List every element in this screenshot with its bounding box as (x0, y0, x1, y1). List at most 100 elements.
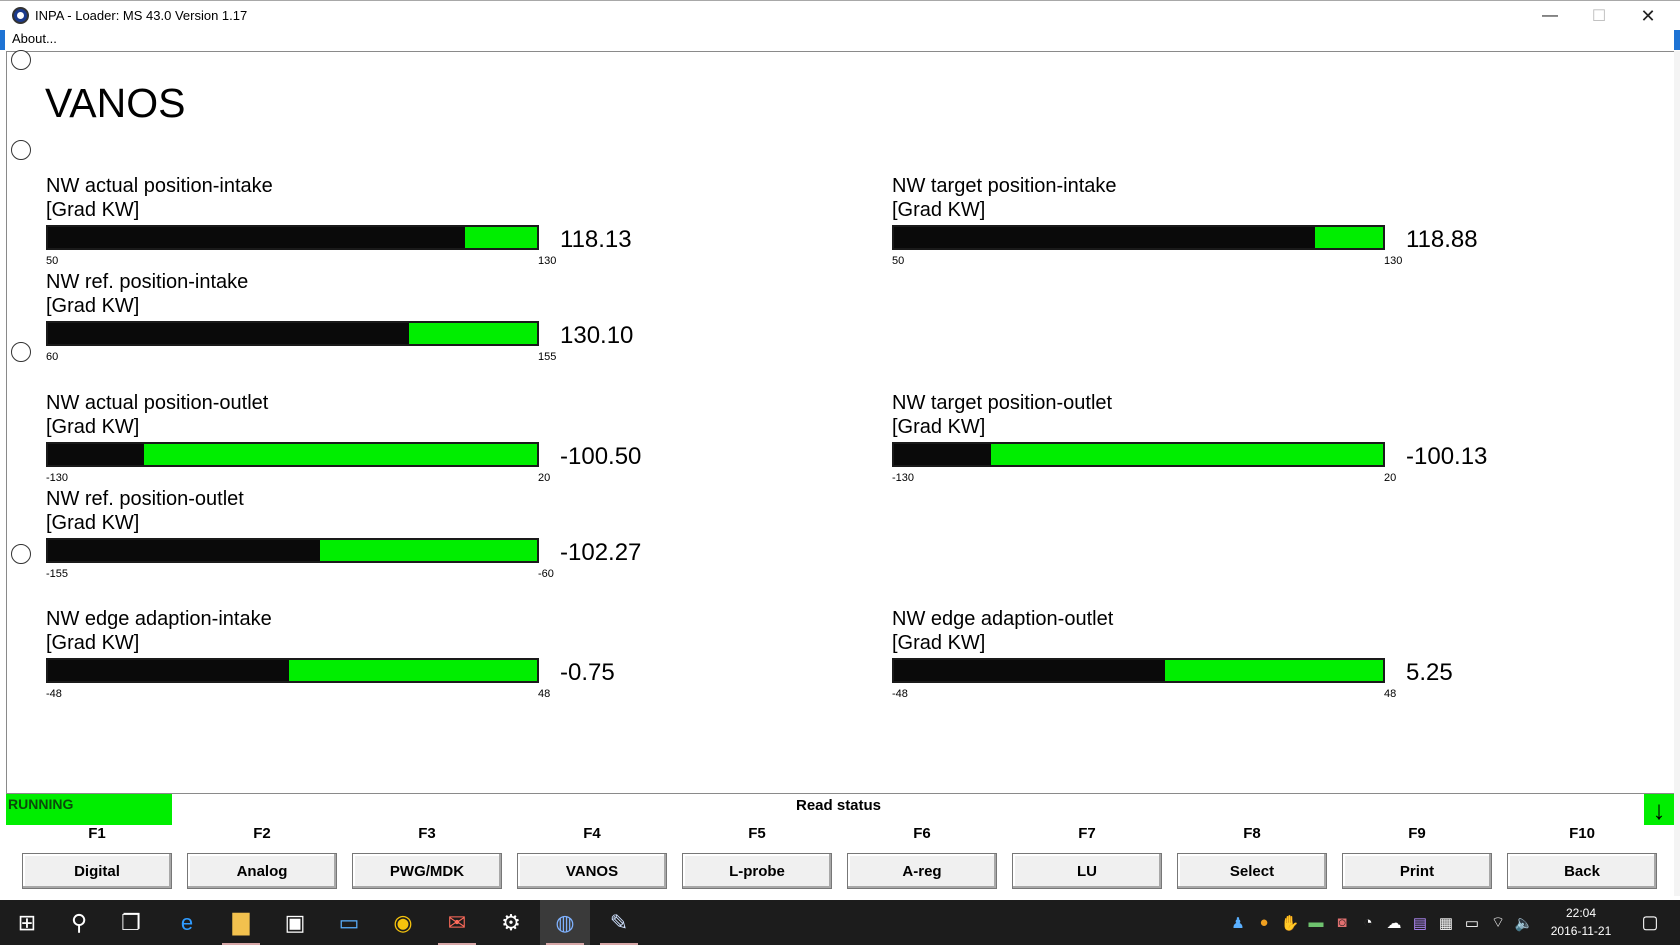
section-radio-1[interactable] (11, 50, 31, 70)
fkey-label: F2 (253, 825, 271, 842)
bmw-inpa-icon[interactable]: ◍ (540, 900, 590, 945)
meter-max: 20 (1384, 472, 1397, 484)
hand-tray-icon[interactable]: ✋ (1278, 900, 1302, 945)
task-view-icon[interactable]: ❐ (106, 900, 156, 945)
fkey-label: F8 (1243, 825, 1261, 842)
chat-tray-icon[interactable]: ▬ (1304, 900, 1328, 945)
section-radio-4[interactable] (11, 544, 31, 564)
meter-bar (46, 225, 539, 250)
start-icon[interactable]: ⊞ (2, 900, 52, 945)
search-icon[interactable]: ⚲ (54, 900, 104, 945)
menu-bar: About... (6, 30, 1674, 50)
meter-bar-fill (48, 227, 466, 248)
right-window-accent (1674, 30, 1680, 50)
meter-max: 48 (538, 688, 551, 700)
wifi-icon[interactable]: ⌔ (1486, 900, 1510, 945)
close-button[interactable]: ✕ (1625, 1, 1671, 31)
meter-value: -100.13 (1406, 443, 1488, 470)
meter-bar (892, 442, 1385, 467)
meter-max: 155 (538, 351, 557, 363)
cloud-tray-icon[interactable]: ☁ (1382, 900, 1406, 945)
meter-bar-fill (48, 540, 321, 561)
status-bar: RUNNING Read status ↓ (6, 793, 1674, 826)
window-title: INPA - Loader: MS 43.0 Version 1.17 (35, 8, 248, 23)
maximize-button[interactable]: ☐ (1576, 1, 1622, 31)
meter-value: 130.10 (560, 322, 634, 349)
menu-item-about[interactable]: About... (12, 31, 57, 46)
store-icon[interactable]: ▣ (270, 900, 320, 945)
section-radio-3[interactable] (11, 342, 31, 362)
network-alt-tray-icon[interactable]: ◔ (1356, 900, 1380, 945)
meter-bar-fill (48, 660, 289, 681)
digital-button[interactable]: Digital (22, 853, 172, 889)
fkey-label: F3 (418, 825, 436, 842)
title-bar: INPA - Loader: MS 43.0 Version 1.17 — ☐ … (0, 0, 1680, 30)
box-tray-icon[interactable]: ▦ (1434, 900, 1458, 945)
down-arrow-icon[interactable]: ↓ (1644, 794, 1674, 826)
meter-min: -130 (46, 472, 69, 484)
meter-min: 50 (892, 255, 905, 267)
meter-min: -130 (892, 472, 915, 484)
meter-ref-outlet: NW ref. position-outlet [Grad KW] -155 -… (46, 488, 666, 588)
meter-value: 118.13 (560, 226, 632, 253)
meter-name: NW edge adaption-intake (46, 608, 272, 630)
clock[interactable]: 22:04 2016-11-21 (1545, 904, 1617, 940)
fkey-label: F9 (1408, 825, 1426, 842)
chrome-icon[interactable]: ◉ (378, 900, 428, 945)
fkey-f9: F9 Print (1342, 825, 1492, 897)
meter-bar-fill (894, 444, 992, 465)
running-indicator: RUNNING (6, 794, 172, 826)
notification-icon[interactable]: ▢ (1630, 900, 1670, 945)
fkey-label: F4 (583, 825, 601, 842)
battery-icon[interactable]: ▭ (1460, 900, 1484, 945)
meter-edge-outlet: NW edge adaption-outlet [Grad KW] -48 48… (892, 608, 1512, 708)
back-button[interactable]: Back (1507, 853, 1657, 889)
meter-name: NW edge adaption-outlet (892, 608, 1114, 630)
meter-bar (892, 225, 1385, 250)
meter-edge-intake: NW edge adaption-intake [Grad KW] -48 48… (46, 608, 666, 708)
l-probe-button[interactable]: L-probe (682, 853, 832, 889)
fkey-f10: F10 Back (1507, 825, 1657, 897)
meter-unit: [Grad KW] (46, 199, 140, 221)
function-key-bar: F1 Digital F2 Analog F3 PWG/MDK F4 VANOS… (6, 825, 1674, 897)
remote-desktop-icon[interactable]: ▭ (324, 900, 374, 945)
sun-tray-icon[interactable]: ● (1252, 900, 1276, 945)
section-radio-2[interactable] (11, 140, 31, 160)
print-button[interactable]: Print (1342, 853, 1492, 889)
select-button[interactable]: Select (1177, 853, 1327, 889)
meter-unit: [Grad KW] (892, 632, 986, 654)
a-reg-button[interactable]: A-reg (847, 853, 997, 889)
meter-min: 50 (46, 255, 59, 267)
meter-bar (892, 658, 1385, 683)
meter-max: 48 (1384, 688, 1397, 700)
main-panel: VANOS NW actual position-intake [Grad KW… (6, 50, 1674, 793)
lu-button[interactable]: LU (1012, 853, 1162, 889)
vanos-button[interactable]: VANOS (517, 853, 667, 889)
minimize-button[interactable]: — (1527, 1, 1573, 31)
meter-unit: [Grad KW] (892, 199, 986, 221)
meter-value: 5.25 (1406, 659, 1453, 686)
display-tray-icon[interactable]: ▤ (1408, 900, 1432, 945)
meter-value: -0.75 (560, 659, 615, 686)
meter-value: -102.27 (560, 539, 642, 566)
fkey-f1: F1 Digital (22, 825, 172, 897)
volume-icon[interactable]: 🔈 (1512, 900, 1536, 945)
fkey-f4: F4 VANOS (517, 825, 667, 897)
meter-bar-fill (48, 323, 409, 344)
fkey-label: F6 (913, 825, 931, 842)
mail-icon[interactable]: ✉ (432, 900, 482, 945)
paint-icon[interactable]: ✎ (594, 900, 644, 945)
meter-actual-intake: NW actual position-intake [Grad KW] 50 1… (46, 175, 666, 275)
analog-button[interactable]: Analog (187, 853, 337, 889)
meter-bar (46, 658, 539, 683)
meter-unit: [Grad KW] (46, 416, 140, 438)
app-root: INPA - Loader: MS 43.0 Version 1.17 — ☐ … (0, 0, 1680, 945)
people-tray-icon[interactable]: ♟ (1226, 900, 1250, 945)
file-explorer-icon[interactable]: ▇ (216, 900, 266, 945)
settings-icon[interactable]: ⚙ (486, 900, 536, 945)
meter-name: NW target position-outlet (892, 392, 1113, 414)
camera-tray-icon[interactable]: ◙ (1330, 900, 1354, 945)
edge-browser-icon[interactable]: e (162, 900, 212, 945)
pwg-mdk-button[interactable]: PWG/MDK (352, 853, 502, 889)
meter-target-intake: NW target position-intake [Grad KW] 50 1… (892, 175, 1512, 275)
